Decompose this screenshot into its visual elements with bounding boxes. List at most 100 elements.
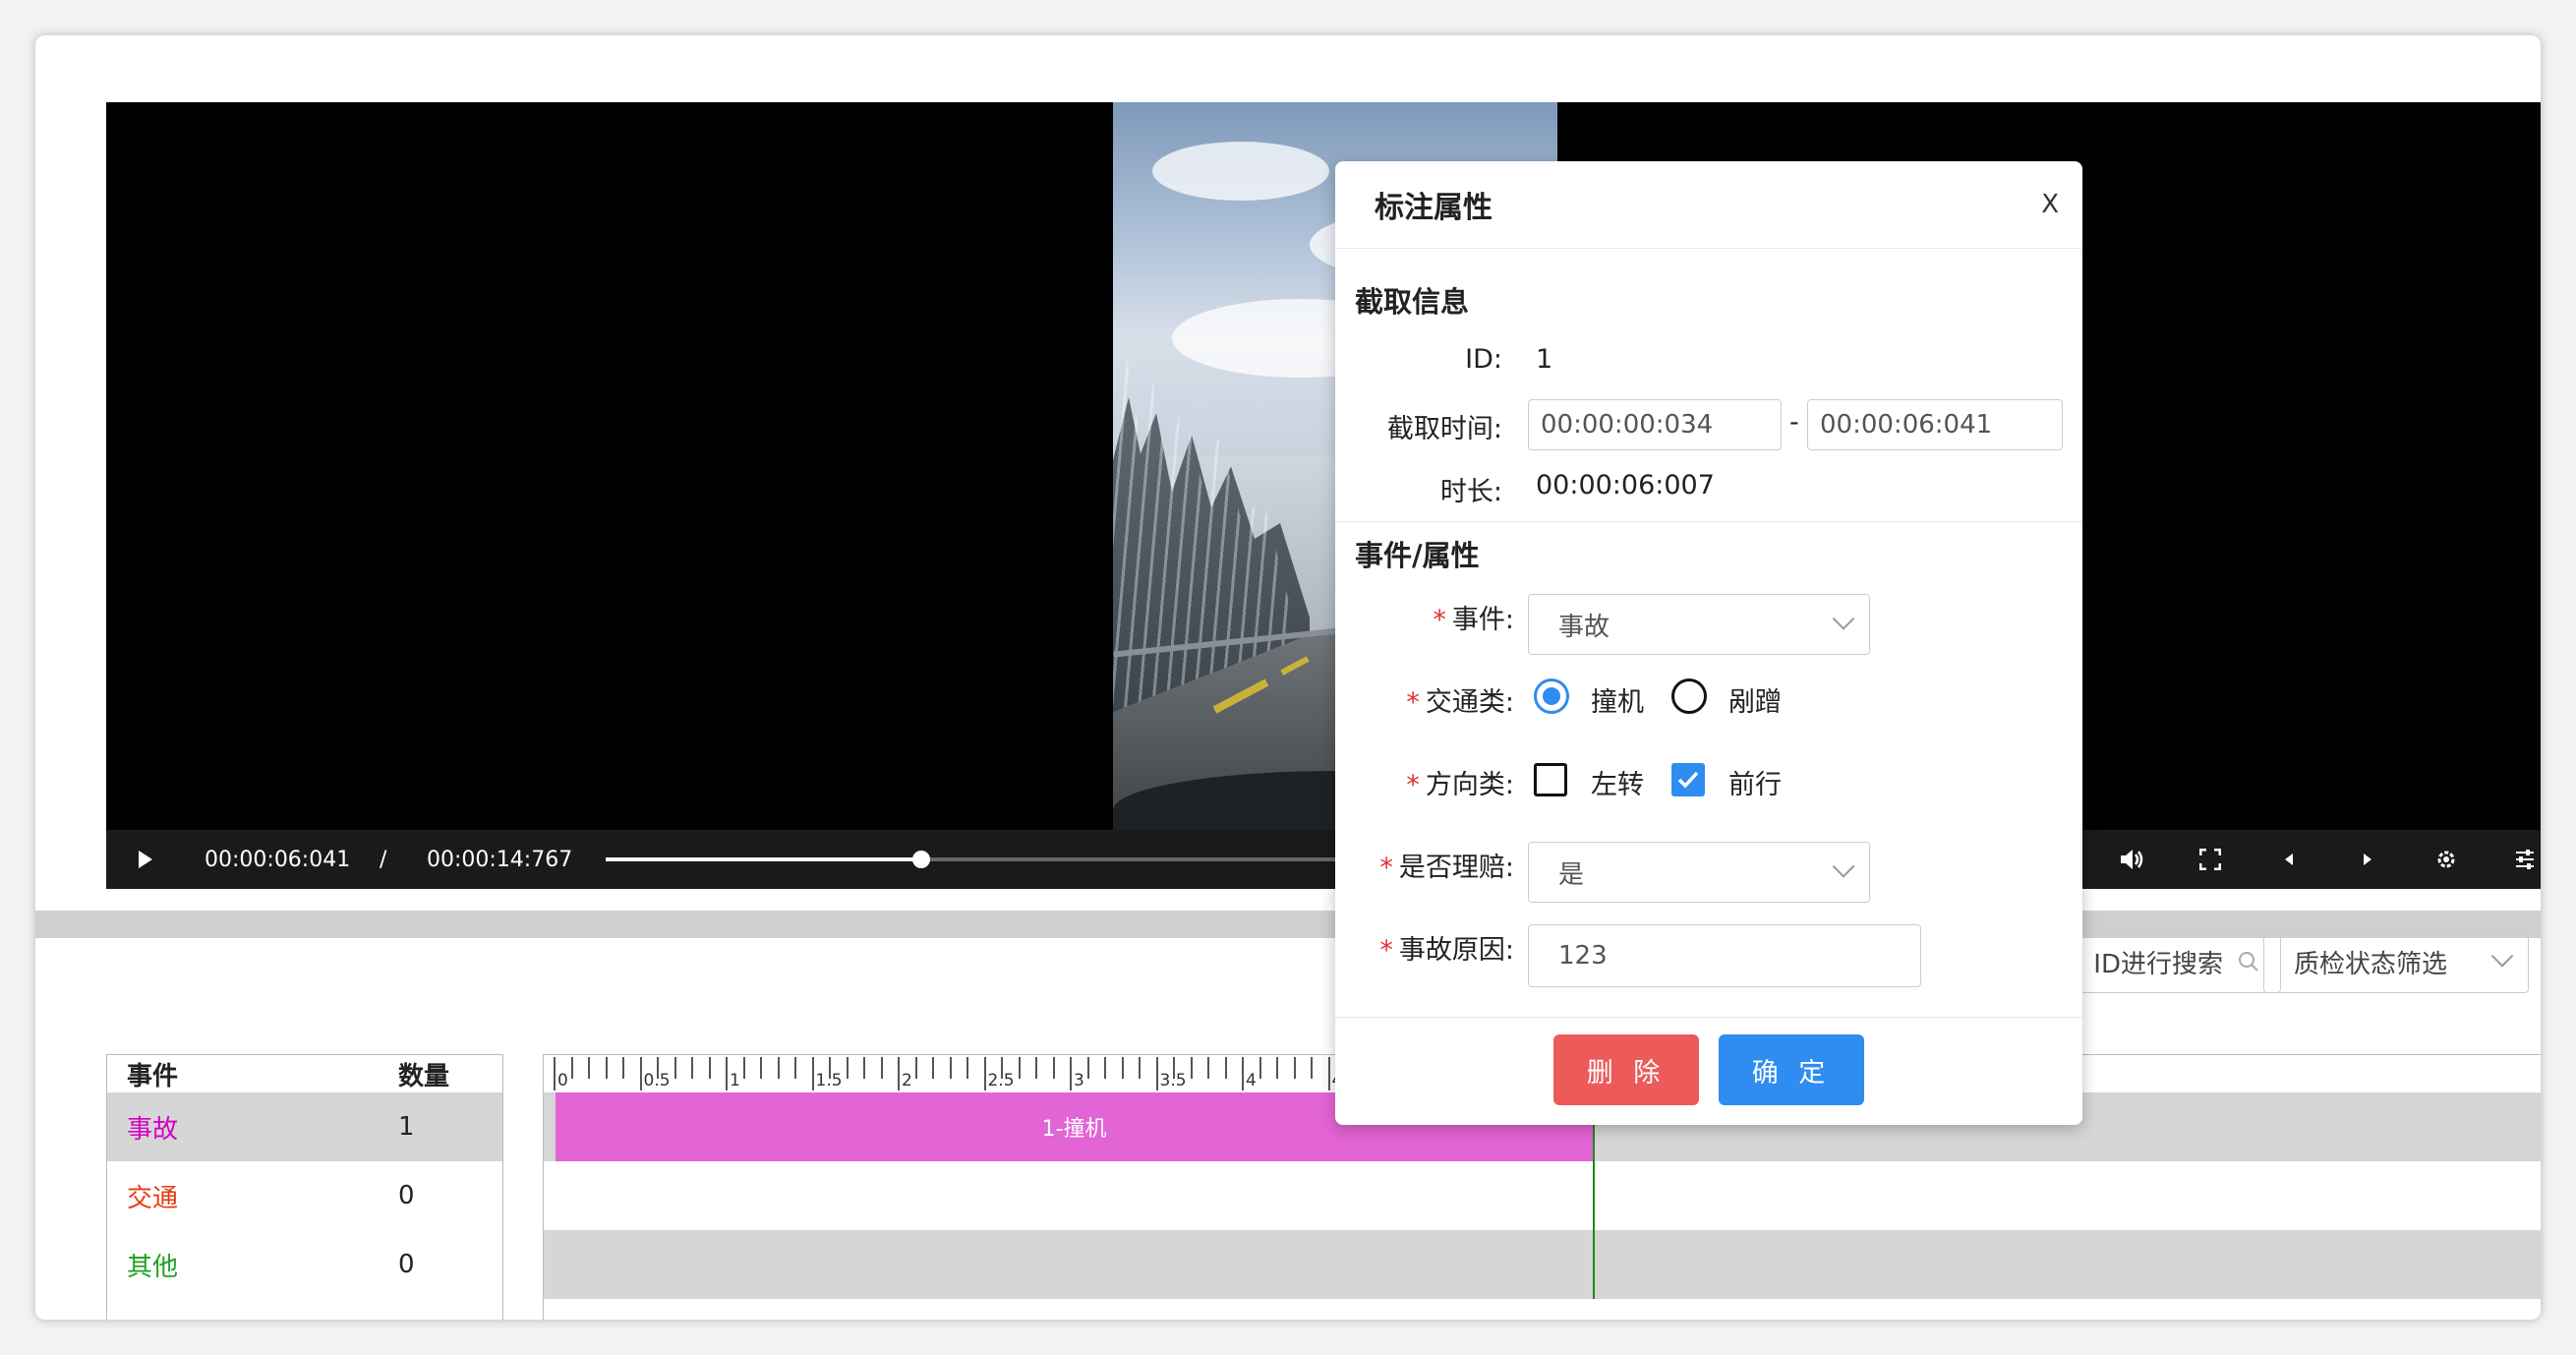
qc-status-filter[interactable]: 质检状态筛选: [2263, 930, 2529, 993]
ruler-tick: [794, 1057, 796, 1079]
event-label-text: 事件:: [1451, 605, 1514, 635]
next-frame-icon[interactable]: [2354, 846, 2381, 873]
delete-button[interactable]: 删 除: [1553, 1034, 1699, 1105]
ruler-tick: [639, 1057, 642, 1090]
section-capture-title: 截取信息: [1355, 285, 1470, 319]
ruler-label: 2: [902, 1071, 912, 1090]
ruler-tick: [1052, 1057, 1055, 1079]
ruler-tick: [914, 1057, 917, 1079]
filter-label: 质检状态筛选: [2294, 949, 2448, 979]
ruler-tick: [742, 1057, 745, 1079]
ruler-tick: [1104, 1057, 1106, 1079]
section-event-title: 事件/属性: [1355, 539, 1480, 572]
header-event: 事件: [127, 1061, 179, 1091]
timeline-lane-traffic: [544, 1161, 2541, 1230]
ruler-tick: [983, 1057, 986, 1090]
ruler-tick: [554, 1057, 556, 1090]
progress-bar[interactable]: [606, 851, 1375, 868]
radio-crash[interactable]: [1534, 678, 1569, 714]
start-time-input[interactable]: 00:00:00:034: [1528, 399, 1782, 450]
checkbox-left-turn-label[interactable]: 左转: [1591, 763, 1644, 801]
segment-label: 1-撞机: [1041, 1117, 1107, 1142]
reason-input[interactable]: 123: [1528, 924, 1921, 987]
fullscreen-icon[interactable]: [2196, 846, 2224, 873]
reason-label-text: 事故原因:: [1398, 935, 1514, 966]
check-icon: [1677, 771, 1699, 789]
ruler-tick: [777, 1057, 780, 1079]
ruler-tick: [1070, 1057, 1072, 1090]
duration-label: 时长:: [1439, 477, 1502, 507]
checkbox-forward-label[interactable]: 前行: [1728, 763, 1782, 801]
volume-icon[interactable]: [2118, 846, 2145, 873]
ruler-tick: [1276, 1057, 1278, 1079]
ruler-tick: [1259, 1057, 1261, 1079]
event-select-value: 事故: [1558, 612, 1610, 642]
ruler-label: 0.5: [643, 1071, 671, 1090]
claim-select[interactable]: 是: [1528, 842, 1870, 903]
chevron-down-icon: [1832, 855, 1855, 878]
ruler-tick: [880, 1057, 883, 1079]
ruler-tick: [1086, 1057, 1089, 1079]
table-row[interactable]: 其他 0: [107, 1230, 502, 1299]
event-count: 1: [398, 1112, 415, 1142]
id-value: 1: [1536, 344, 1553, 375]
ruler-tick: [1121, 1057, 1124, 1079]
range-separator: -: [1789, 407, 1799, 438]
current-time: 00:00:06:041: [205, 848, 351, 872]
ruler-tick: [708, 1057, 711, 1079]
radio-scrape[interactable]: [1671, 678, 1707, 714]
ruler-tick: [1311, 1057, 1313, 1079]
ruler-tick: [691, 1057, 693, 1079]
event-label: * 事件:: [1433, 598, 1514, 636]
ruler-tick: [726, 1057, 728, 1090]
confirm-button[interactable]: 确 定: [1719, 1034, 1864, 1105]
ruler-label: 3: [1074, 1071, 1084, 1090]
close-icon[interactable]: X: [2041, 190, 2059, 219]
events-table: 事件 数量 事故 1 交通 0 其他 0: [106, 1054, 503, 1320]
table-row[interactable]: 交通 0: [107, 1161, 502, 1230]
time-separator: /: [380, 848, 387, 872]
ruler-tick: [588, 1057, 590, 1079]
adjust-icon[interactable]: [2511, 846, 2539, 873]
ruler-tick: [811, 1057, 814, 1090]
app-card: 00:00:06:041 / 00:00:14:767 ID进行搜索 质检状态筛…: [35, 35, 2541, 1320]
ruler-tick: [1018, 1057, 1021, 1079]
ruler-tick: [898, 1057, 900, 1090]
ruler-tick: [673, 1057, 676, 1079]
radio-scrape-label[interactable]: 剐蹭: [1728, 680, 1782, 719]
checkbox-forward[interactable]: [1671, 763, 1705, 796]
checkbox-left-turn[interactable]: [1534, 763, 1567, 796]
ruler-label: 0: [557, 1071, 568, 1090]
ruler-tick: [1293, 1057, 1296, 1079]
footer-divider: [1335, 1017, 2082, 1018]
ruler-tick: [1207, 1057, 1209, 1079]
progress-handle[interactable]: [911, 851, 930, 868]
settings-icon[interactable]: [2432, 846, 2460, 873]
video-player[interactable]: 00:00:06:041 / 00:00:14:767: [106, 102, 2541, 889]
ruler-tick: [1155, 1057, 1158, 1090]
event-name: 事故: [127, 1114, 179, 1145]
radio-crash-label[interactable]: 撞机: [1591, 680, 1644, 719]
ruler-tick: [846, 1057, 849, 1079]
table-header: 事件 数量: [107, 1055, 502, 1092]
event-select[interactable]: 事故: [1528, 594, 1870, 655]
end-time-value: 00:00:06:041: [1820, 410, 1993, 440]
required-mark: *: [1406, 770, 1420, 800]
table-row[interactable]: 事故 1: [107, 1092, 502, 1161]
claim-select-value: 是: [1558, 859, 1585, 890]
play-icon[interactable]: [132, 846, 159, 873]
prev-frame-icon[interactable]: [2275, 846, 2303, 873]
ruler-tick: [932, 1057, 934, 1079]
annotation-modal: 标注属性 X 截取信息 ID: 1 截取时间: 00:00:00:034 - 0…: [1335, 161, 2082, 1125]
modal-title: 标注属性: [1375, 191, 1493, 225]
ruler-label: 2.5: [987, 1071, 1015, 1090]
event-count: 0: [398, 1250, 415, 1279]
end-time-input[interactable]: 00:00:06:041: [1807, 399, 2063, 450]
required-mark: *: [1379, 935, 1393, 966]
ruler-tick: [760, 1057, 762, 1079]
traffic-label-text: 交通类:: [1425, 687, 1514, 718]
required-mark: *: [1379, 853, 1393, 883]
direction-label-text: 方向类:: [1425, 770, 1514, 800]
section-divider: [1335, 521, 2082, 522]
ruler-tick: [1035, 1057, 1037, 1079]
